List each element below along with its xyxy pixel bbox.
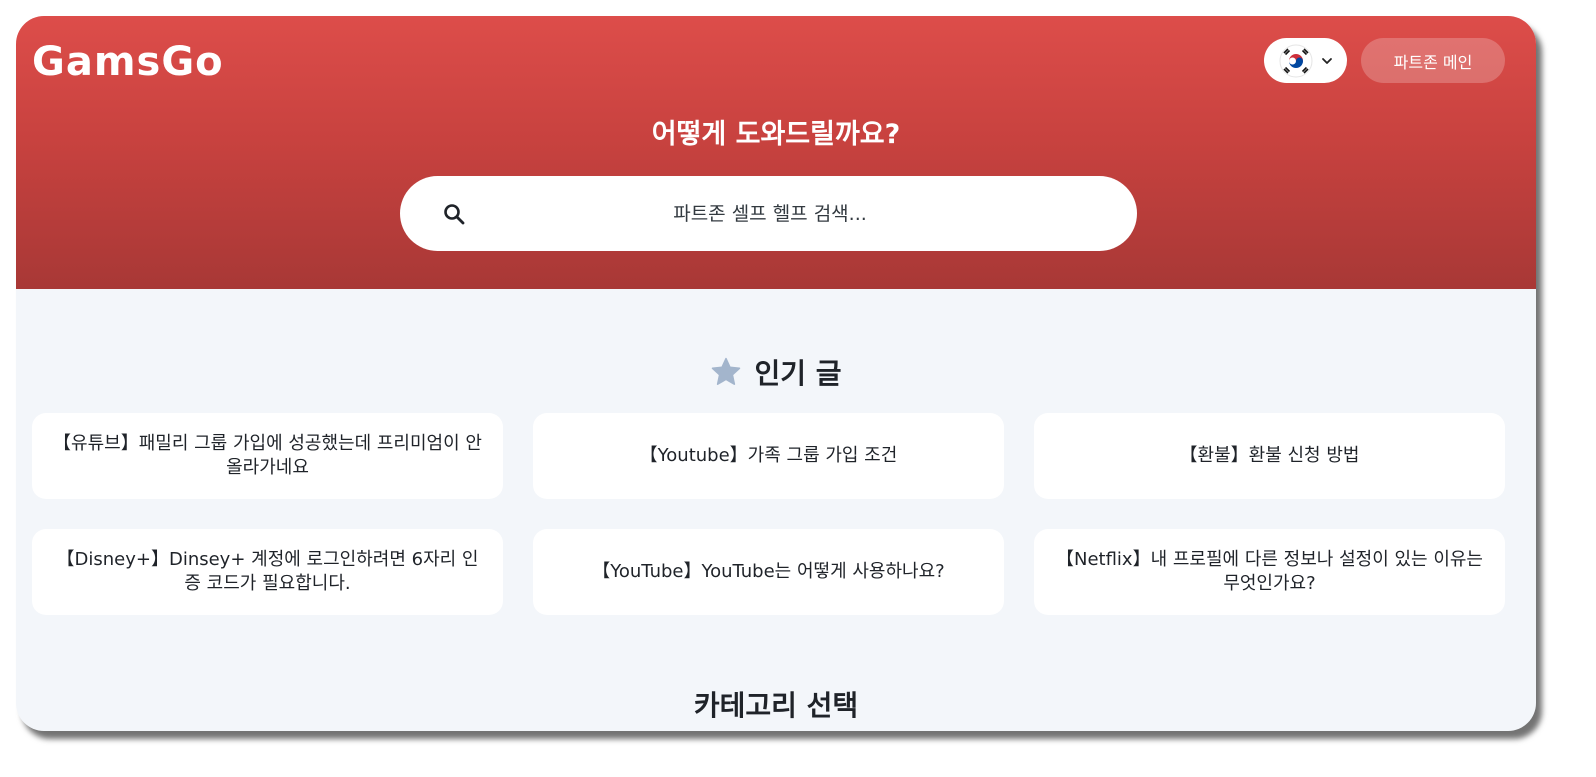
hero-banner: GamsGo 파트존 메인 어떻게 도와드릴까요? [16,16,1536,289]
search-bar[interactable] [400,176,1137,251]
korea-flag-icon [1279,44,1312,77]
popular-article-card[interactable]: 【유튜브】패밀리 그룹 가입에 성공했는데 프리미엄이 안 올라가네요 [32,413,503,499]
star-icon [712,357,741,385]
search-input[interactable] [490,176,1050,251]
gamsgo-logo[interactable]: GamsGo [32,38,224,86]
popular-article-card[interactable]: 【Netflix】내 프로필에 다른 정보나 설정이 있는 이유는 무엇인가요? [1034,529,1505,615]
popular-article-card[interactable]: 【Youtube】가족 그룹 가입 조건 [533,413,1004,499]
chevron-down-icon [1321,57,1332,64]
popular-articles-heading: 인기 글 [16,352,1536,392]
help-center-window: GamsGo 파트존 메인 어떻게 도와드릴까요? 파트존 셀프 헬프 검색..… [16,16,1536,731]
hero-title: 어떻게 도와드릴까요? [651,119,901,150]
partner-main-button[interactable]: 파트존 메인 [1361,38,1505,83]
search-icon [444,204,465,225]
popular-article-card[interactable]: 【환불】환불 신청 방법 [1034,413,1505,499]
popular-article-card[interactable]: 【YouTube】YouTube는 어떻게 사용하나요? [533,529,1004,615]
language-selector[interactable] [1264,38,1347,83]
popular-title: 인기 글 [754,357,842,390]
popular-article-card[interactable]: 【Disney+】Dinsey+ 계정에 로그인하려면 6자리 인증 코드가 필… [32,529,503,615]
category-title: 카테고리 선택 [693,689,859,722]
category-heading: 카테고리 선택 [16,684,1536,724]
